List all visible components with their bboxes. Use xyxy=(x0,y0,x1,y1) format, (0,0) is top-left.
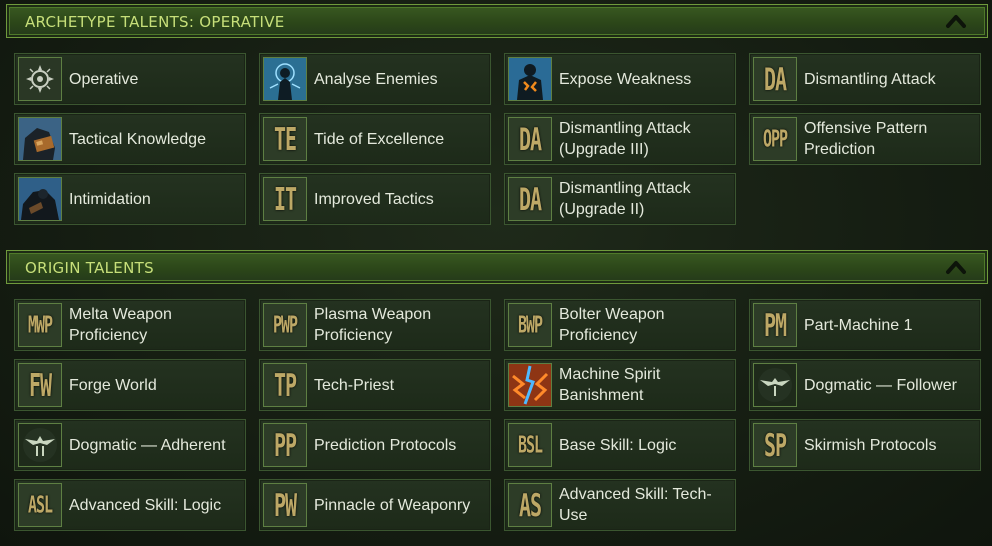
talent-label: Prediction Protocols xyxy=(314,436,457,454)
machine-spirit-banishment-icon xyxy=(508,363,552,407)
talent-tile[interactable]: AS Advanced Skill: Tech-Use xyxy=(504,479,736,531)
talent-label: Intimidation xyxy=(69,190,151,208)
talent-tile[interactable]: Intimidation xyxy=(14,173,246,225)
placeholder-icon: IT xyxy=(263,177,307,221)
talent-label: Tactical Knowledge xyxy=(69,130,206,148)
talent-label: Skirmish Protocols xyxy=(804,436,937,454)
tactical-knowledge-icon xyxy=(18,117,62,161)
talent-tile[interactable]: DA Dismantling Attack xyxy=(749,53,981,105)
placeholder-icon: ASL xyxy=(18,483,62,527)
section-header-origin[interactable]: ORIGIN TALENTS xyxy=(6,250,988,284)
talent-label: Improved Tactics xyxy=(314,190,434,208)
talent-tile[interactable]: TP Tech-Priest xyxy=(259,359,491,411)
talent-tile[interactable]: PM Part-Machine 1 xyxy=(749,299,981,351)
section-title: ORIGIN TALENTS xyxy=(25,259,154,277)
placeholder-icon: BWP xyxy=(508,303,552,347)
talent-tile[interactable]: Analyse Enemies xyxy=(259,53,491,105)
talent-label: Dogmatic — Follower xyxy=(804,376,957,394)
talent-label: Machine Spirit Banishment xyxy=(559,366,661,404)
talent-tile[interactable]: Dogmatic — Adherent xyxy=(14,419,246,471)
talent-label: Operative xyxy=(69,70,139,88)
talent-tile[interactable]: MWP Melta Weapon Proficiency xyxy=(14,299,246,351)
talent-tile[interactable]: Dogmatic — Follower xyxy=(749,359,981,411)
talent-label: Base Skill: Logic xyxy=(559,436,677,454)
talent-label: Expose Weakness xyxy=(559,70,692,88)
talent-label: Dismantling Attack (Upgrade III) xyxy=(559,120,691,158)
placeholder-icon: PWP xyxy=(263,303,307,347)
talent-tile[interactable]: BWP Bolter Weapon Proficiency xyxy=(504,299,736,351)
section-header-archetype[interactable]: ARCHETYPE TALENTS: OPERATIVE xyxy=(6,4,988,38)
talent-tile[interactable]: PP Prediction Protocols xyxy=(259,419,491,471)
talent-tile[interactable]: PWP Plasma Weapon Proficiency xyxy=(259,299,491,351)
operative-emblem-icon xyxy=(18,57,62,101)
placeholder-icon: TE xyxy=(263,117,307,161)
talent-label: Part-Machine 1 xyxy=(804,316,913,334)
talent-label: Tech-Priest xyxy=(314,376,395,394)
talent-tile[interactable]: Expose Weakness xyxy=(504,53,736,105)
placeholder-icon: OPP xyxy=(753,117,797,161)
talent-label: Dismantling Attack (Upgrade II) xyxy=(559,180,691,218)
talent-label: Melta Weapon Proficiency xyxy=(69,306,172,344)
talent-label: Plasma Weapon Proficiency xyxy=(314,306,432,344)
placeholder-icon: MWP xyxy=(18,303,62,347)
chevron-up-icon[interactable] xyxy=(945,11,967,31)
intimidation-icon xyxy=(18,177,62,221)
talent-label: Pinnacle of Weaponry xyxy=(314,496,471,514)
talent-tile[interactable]: OPP Offensive Pattern Prediction xyxy=(749,113,981,165)
section-title: ARCHETYPE TALENTS: OPERATIVE xyxy=(25,13,285,31)
talent-tile[interactable]: FW Forge World xyxy=(14,359,246,411)
talent-tile[interactable]: IT Improved Tactics xyxy=(259,173,491,225)
talent-label: Dogmatic — Adherent xyxy=(69,436,226,454)
placeholder-icon: PW xyxy=(263,483,307,527)
talent-label: Forge World xyxy=(69,376,157,394)
placeholder-icon: TP xyxy=(263,363,307,407)
talent-label: Advanced Skill: Logic xyxy=(69,496,222,514)
talent-tile[interactable]: Operative xyxy=(14,53,246,105)
aquila-adherent-icon xyxy=(18,423,62,467)
expose-weakness-icon xyxy=(508,57,552,101)
talent-tile[interactable]: TE Tide of Excellence xyxy=(259,113,491,165)
talent-label: Advanced Skill: Tech-Use xyxy=(559,486,712,524)
placeholder-icon: AS xyxy=(508,483,552,527)
talent-tile[interactable]: SP Skirmish Protocols xyxy=(749,419,981,471)
talent-label: Offensive Pattern Prediction xyxy=(804,120,928,158)
talent-tile[interactable]: Machine Spirit Banishment xyxy=(504,359,736,411)
talent-tile[interactable]: DA Dismantling Attack (Upgrade III) xyxy=(504,113,736,165)
talent-label: Bolter Weapon Proficiency xyxy=(559,306,665,344)
talent-tile[interactable]: BSL Base Skill: Logic xyxy=(504,419,736,471)
placeholder-icon: PM xyxy=(753,303,797,347)
talent-tile[interactable]: DA Dismantling Attack (Upgrade II) xyxy=(504,173,736,225)
placeholder-icon: BSL xyxy=(508,423,552,467)
talent-label: Dismantling Attack xyxy=(804,70,936,88)
aquila-emblem-icon xyxy=(753,363,797,407)
talent-label: Analyse Enemies xyxy=(314,70,438,88)
talent-tile[interactable]: PW Pinnacle of Weaponry xyxy=(259,479,491,531)
placeholder-icon: DA xyxy=(508,177,552,221)
chevron-up-icon[interactable] xyxy=(945,257,967,277)
placeholder-icon: FW xyxy=(18,363,62,407)
placeholder-icon: PP xyxy=(263,423,307,467)
analyse-enemies-icon xyxy=(263,57,307,101)
talent-label: Tide of Excellence xyxy=(314,130,445,148)
placeholder-icon: DA xyxy=(508,117,552,161)
talent-tile[interactable]: ASL Advanced Skill: Logic xyxy=(14,479,246,531)
placeholder-icon: DA xyxy=(753,57,797,101)
talent-tile[interactable]: Tactical Knowledge xyxy=(14,113,246,165)
placeholder-icon: SP xyxy=(753,423,797,467)
